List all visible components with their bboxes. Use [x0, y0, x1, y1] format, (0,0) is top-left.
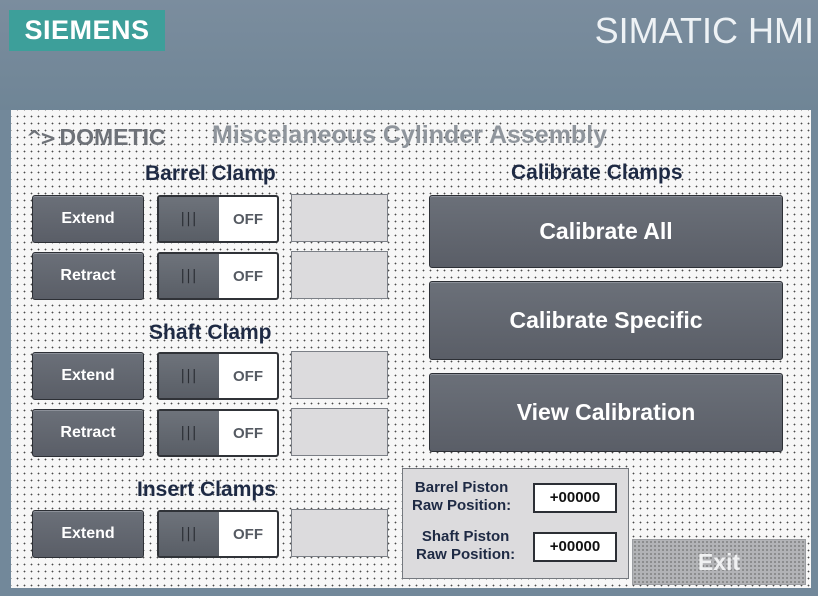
- barrel-piston-label-line2: Raw Position:: [412, 497, 512, 514]
- toggle-state: OFF: [233, 210, 263, 228]
- hmi-top-bar: SIEMENS SIMATIC HMI: [0, 0, 818, 110]
- shaft-raw-position-value: +00000: [533, 532, 617, 562]
- siemens-logo: SIEMENS: [9, 10, 165, 51]
- shaft-extend-toggle[interactable]: ||| OFF: [157, 352, 279, 400]
- dometic-mark-icon: ^>: [26, 125, 56, 150]
- screen-title: Miscelaneous Cylinder Assembly: [212, 121, 608, 149]
- shaft-extend-indicator: [291, 351, 388, 399]
- insert-extend-toggle[interactable]: ||| OFF: [157, 510, 279, 558]
- toggle-grip-icon: |||: [159, 512, 219, 556]
- barrel-retract-toggle[interactable]: ||| OFF: [157, 252, 279, 300]
- barrel-piston-label-line1: Barrel Piston: [414, 479, 509, 496]
- toggle-state: OFF: [233, 267, 263, 285]
- calibrate-clamps-header: Calibrate Clamps: [511, 161, 683, 184]
- barrel-extend-toggle[interactable]: ||| OFF: [157, 195, 279, 243]
- toggle-state: OFF: [233, 525, 263, 543]
- barrel-extend-button[interactable]: Extend: [32, 195, 144, 243]
- dometic-logo: ^> DOMETIC: [26, 124, 166, 151]
- toggle-grip-icon: |||: [159, 354, 219, 398]
- simatic-hmi-title: SIMATIC HMI: [594, 10, 814, 51]
- barrel-extend-indicator: [291, 194, 388, 242]
- calibrate-all-button[interactable]: Calibrate All: [429, 195, 783, 268]
- view-calibration-button[interactable]: View Calibration: [429, 373, 783, 452]
- shaft-retract-indicator: [291, 408, 388, 456]
- toggle-grip-icon: |||: [159, 197, 219, 241]
- shaft-piston-label: Shaft Piston Raw Position:: [416, 528, 515, 564]
- raw-position-panel: Barrel Piston Raw Position: +00000 Shaft…: [402, 468, 629, 579]
- barrel-retract-indicator: [291, 251, 388, 299]
- toggle-grip-icon: |||: [159, 411, 219, 455]
- shaft-extend-button[interactable]: Extend: [32, 352, 144, 400]
- shaft-piston-label-line1: Shaft Piston: [421, 528, 510, 545]
- shaft-retract-button[interactable]: Retract: [32, 409, 144, 457]
- exit-button[interactable]: Exit: [632, 539, 806, 585]
- calibrate-specific-button[interactable]: Calibrate Specific: [429, 281, 783, 360]
- shaft-piston-label-line2: Raw Position:: [416, 546, 516, 563]
- toggle-state: OFF: [233, 367, 263, 385]
- shaft-clamp-header: Shaft Clamp: [149, 321, 272, 344]
- toggle-state: OFF: [233, 424, 263, 442]
- dometic-name: DOMETIC: [59, 124, 166, 150]
- barrel-retract-button[interactable]: Retract: [32, 252, 144, 300]
- barrel-raw-position-value: +00000: [533, 483, 617, 513]
- insert-extend-indicator: [291, 509, 388, 557]
- insert-clamps-header: Insert Clamps: [137, 478, 276, 501]
- hmi-screen: ^> DOMETIC Miscelaneous Cylinder Assembl…: [11, 110, 811, 588]
- barrel-clamp-header: Barrel Clamp: [145, 162, 276, 185]
- insert-extend-button[interactable]: Extend: [32, 510, 144, 558]
- barrel-piston-label: Barrel Piston Raw Position:: [412, 479, 511, 515]
- toggle-grip-icon: |||: [159, 254, 219, 298]
- shaft-retract-toggle[interactable]: ||| OFF: [157, 409, 279, 457]
